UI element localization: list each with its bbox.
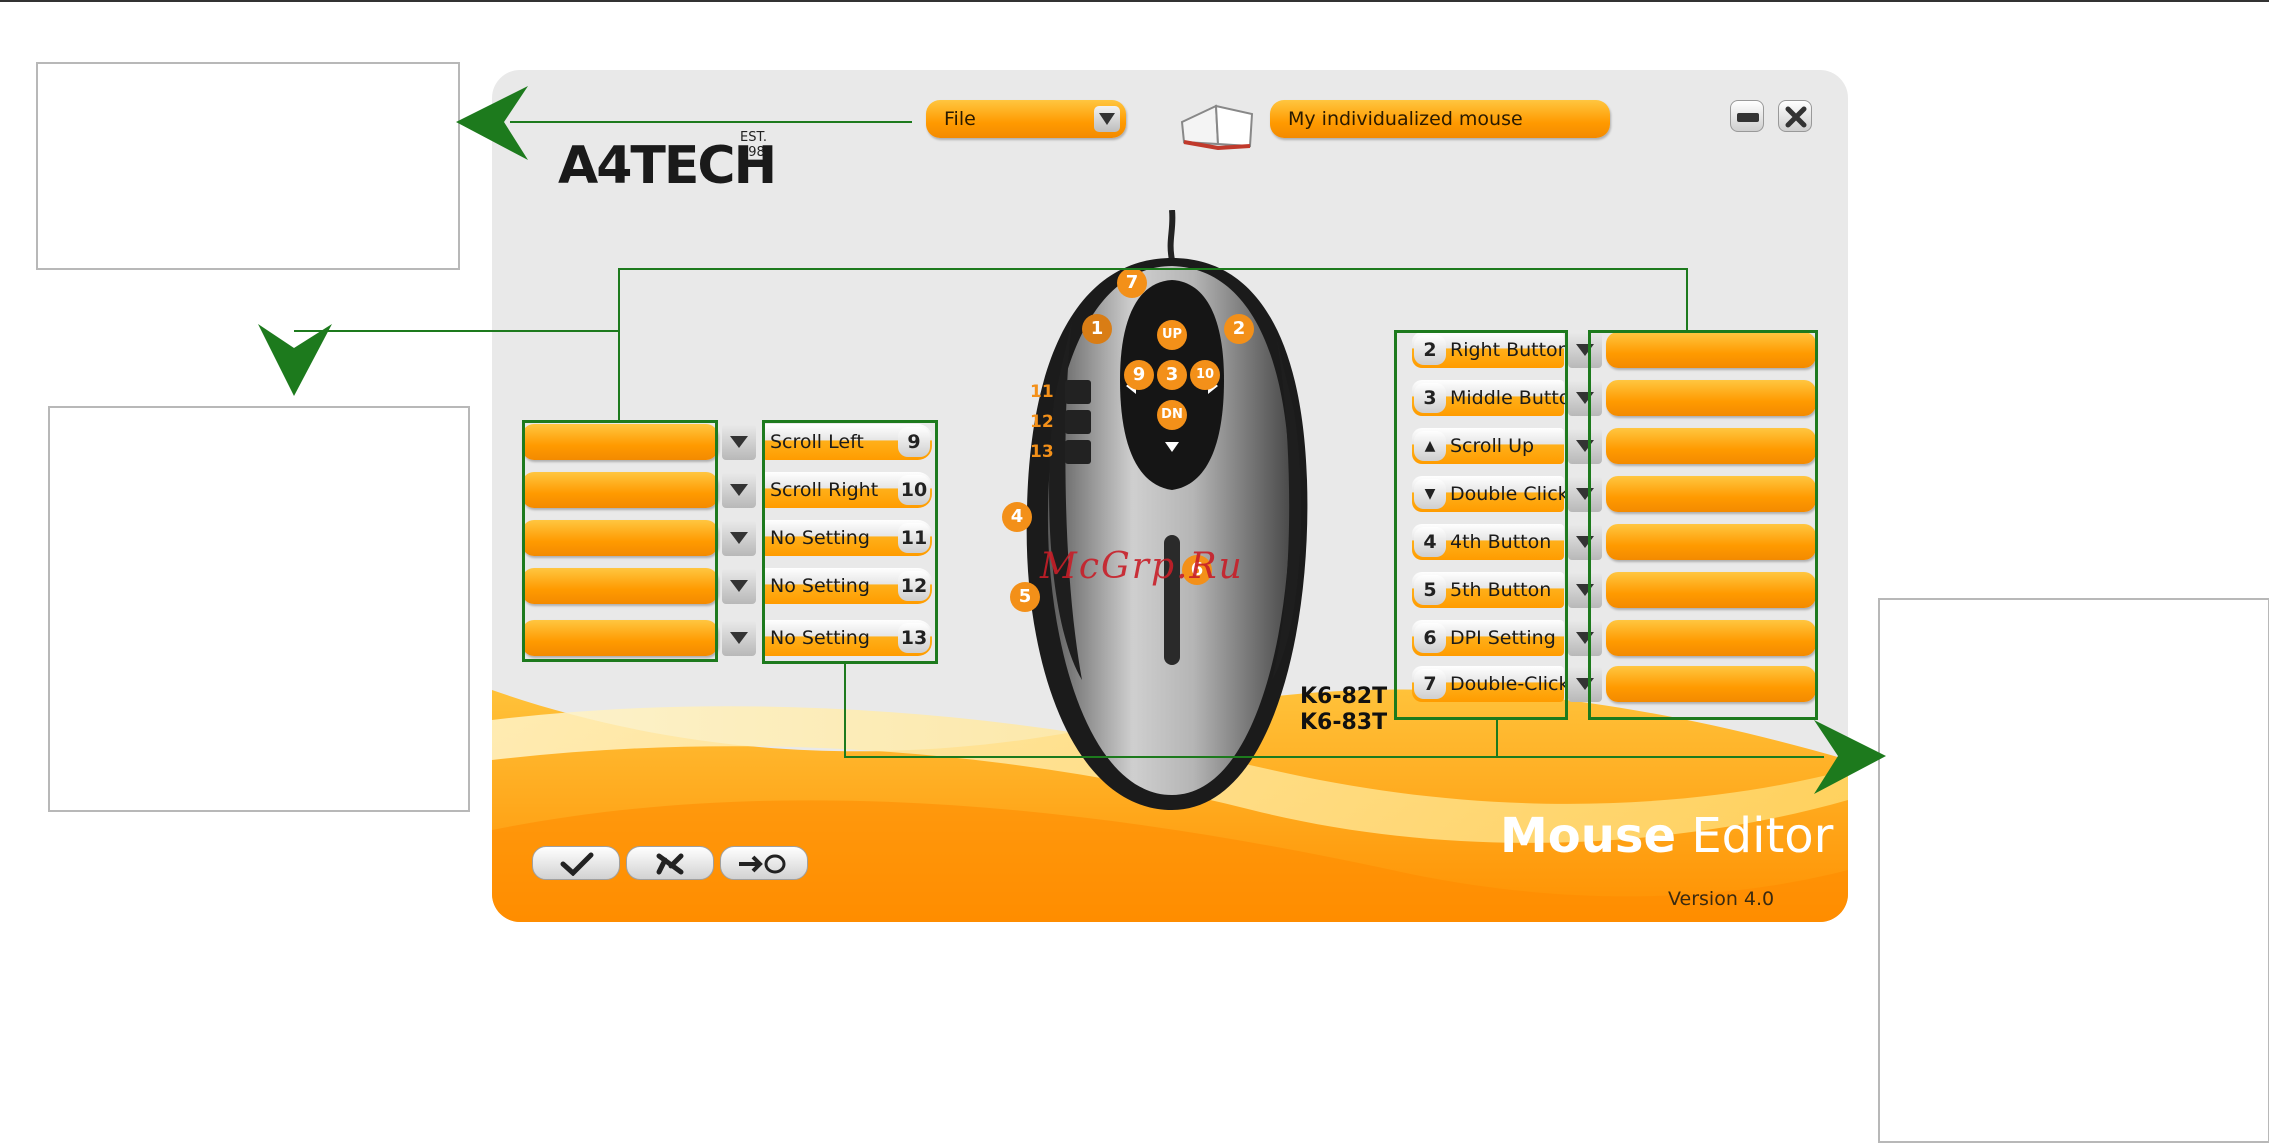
annotation-line [618,268,1686,270]
mouse-label-4: 4 [1002,502,1032,532]
profile-name-field[interactable]: My individualized mouse [1270,100,1610,138]
annotation-arrow-down [258,324,332,396]
mouse-label-13: 13 [1030,442,1054,462]
annotation-box-left-labels [762,420,938,664]
annotation-arrow-right [1814,720,1886,794]
exit-icon [739,854,786,874]
left-row-dropdown-button[interactable] [722,472,756,508]
file-dropdown-label: File [944,108,976,130]
callout-box-top-left [36,62,460,270]
mouse-label-2: 2 [1224,314,1254,344]
title-rest: Editor [1691,808,1834,864]
chevron-down-icon [730,484,748,496]
chevron-down-icon [730,436,748,448]
mouse-label-dn: DN [1157,400,1187,430]
annotation-box-left-fields [522,420,718,662]
annotation-arrow-left [456,86,528,160]
check-icon [560,852,594,876]
mouse-illustration: 7 1 UP 2 9 3 10 DN 6 11 12 13 4 5 [1002,209,1342,810]
mouse-editor-title: Mouse Editor [1500,808,1833,864]
book-icon [1178,92,1258,151]
callout-box-middle-left [48,406,470,812]
close-button[interactable] [1778,100,1812,132]
profile-name-text: My individualized mouse [1288,108,1523,130]
mouse-body [1026,209,1308,810]
annotation-line [844,756,1824,758]
model-name-1: K6-82T [1300,684,1388,709]
ok-button[interactable] [532,846,620,880]
left-row-dropdown-button[interactable] [722,568,756,604]
annotation-line [510,121,912,123]
annotation-line [1686,268,1688,330]
mouse-label-9: 9 [1124,360,1154,390]
mouse-label-1: 1 [1082,314,1112,344]
top-rule [0,0,2269,2]
minimize-button[interactable] [1730,100,1764,132]
mouse-label-10: 10 [1190,360,1220,390]
chevron-down-icon [730,532,748,544]
annotation-line [1496,720,1498,756]
callout-box-right [1878,598,2269,1143]
version-label: Version 4.0 [1668,888,1775,910]
logo-text: A4TECH [558,136,777,196]
a4tech-logo: EST. 1987 A4TECH [530,106,790,196]
mouse-label-up: UP [1157,320,1187,350]
mouse-label-11: 11 [1030,382,1054,402]
minimize-icon [1737,113,1759,122]
mouse-label-5: 5 [1010,582,1040,612]
mouse-label-3: 3 [1157,360,1187,390]
annotation-line [618,268,620,422]
mouse-label-12: 12 [1030,412,1054,432]
model-names: K6-82T K6-83T [1300,684,1387,736]
cancel-button[interactable] [626,846,714,880]
annotation-box-right-labels [1394,330,1568,720]
mouse-label-7: 7 [1117,268,1147,298]
file-dropdown[interactable]: File [926,100,1126,138]
left-row-dropdown-button[interactable] [722,424,756,460]
left-row-dropdown-button[interactable] [722,520,756,556]
chevron-down-icon [1094,106,1120,132]
close-icon [1785,106,1807,128]
chevron-down-icon [730,632,748,644]
annotation-line [844,662,846,756]
exit-button[interactable] [720,846,808,880]
title-bold: Mouse [1500,808,1677,864]
annotation-box-right-fields [1588,330,1818,720]
cancel-icon [656,853,684,875]
watermark-text: McGrp.Ru [1040,546,1244,587]
chevron-down-icon [730,580,748,592]
left-row-dropdown-button[interactable] [722,620,756,656]
model-name-2: K6-83T [1300,710,1388,735]
annotation-line [294,330,620,332]
